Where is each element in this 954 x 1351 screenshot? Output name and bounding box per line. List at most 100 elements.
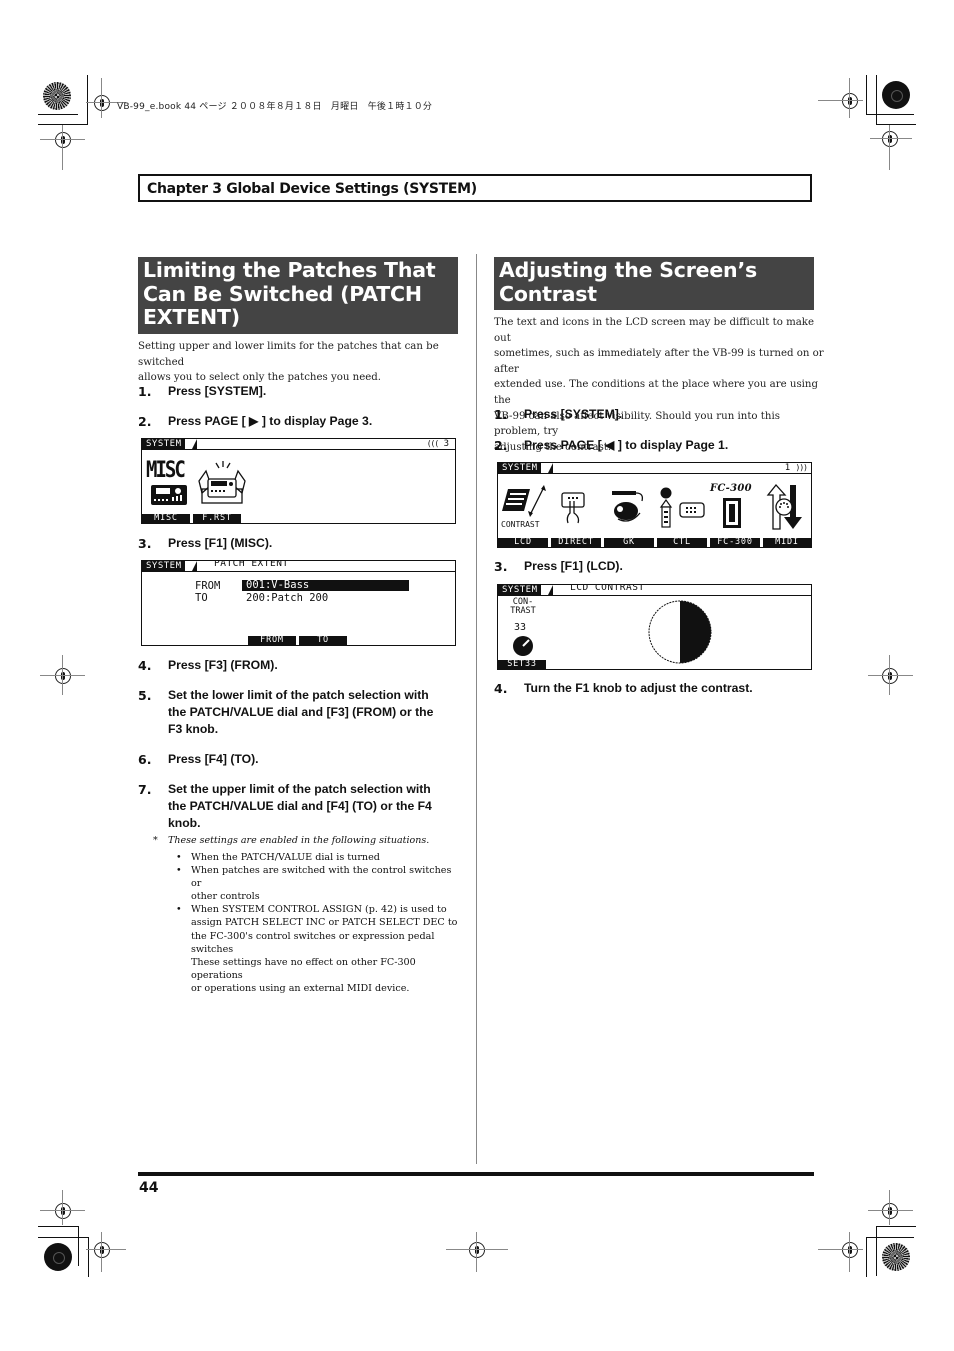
lcd-function-tabs: LCD DIRECT GK CTL FC-300 MIDI (498, 538, 811, 547)
step-text: Press [F4] (TO). (168, 752, 259, 766)
crosshair-icon (55, 668, 71, 684)
title-line: Contrast (499, 281, 597, 306)
right-step-4: 4. Turn the F1 knob to adjust the contra… (494, 680, 824, 698)
lcd-contrast-screen: SYSTEM LCD CONTRAST CON- TRAST 33 SET33 (497, 584, 812, 670)
tab-to: TO (299, 636, 347, 645)
param-label-line: TRAST (510, 606, 536, 616)
lcd-system-page3: SYSTEM ((( 3 MISC MISC F.RST (141, 438, 456, 524)
left-step-2: 2. Press PAGE [ ▶ ] to display Page 3. (138, 413, 468, 431)
gk-pickup-icon (612, 491, 644, 522)
bullet-icon: • (176, 865, 182, 877)
crosshair-icon (94, 95, 110, 111)
step-text: Press [F1] (LCD). (524, 559, 623, 573)
tab-f-rst: F.RST (193, 514, 241, 523)
lcd-function-tabs: SET33 (498, 660, 549, 669)
lcd-subtitle: PATCH EXTENT (214, 560, 289, 569)
tab-lcd: LCD (498, 538, 548, 547)
step-text: Press PAGE [ ▶ ] to display Page 3. (168, 414, 373, 428)
lcd-subtitle: LCD CONTRAST (570, 584, 645, 593)
tab-misc: MISC (142, 514, 190, 523)
factory-reset-box-icon (198, 461, 246, 504)
crosshair-icon (882, 131, 898, 147)
right-section-title: Adjusting the Screen’s Contrast (494, 257, 814, 310)
dark-disc-mark-icon (44, 1243, 72, 1271)
page-indicator: 1 ))) (784, 463, 808, 473)
misc-device-icon (151, 485, 187, 505)
left-step-4: 4. Press [F3] (FROM). (138, 657, 468, 675)
lcd-function-tabs: MISC F.RST (142, 514, 244, 523)
step-text: F3 knob. (168, 722, 219, 736)
lcd-title-bar: SYSTEM 1 ))) (498, 463, 811, 474)
ctl-pedal-icon (659, 487, 705, 528)
contrast-param-label: CON- TRAST (503, 598, 543, 616)
step-number: 1. (138, 384, 152, 399)
list-item: • When SYSTEM CONTROL ASSIGN (p. 42) is … (176, 903, 461, 995)
bullet-icon: • (176, 852, 182, 863)
tab-fc300: FC-300 (710, 538, 760, 547)
lcd-contrast-icon: CONTRAST (501, 485, 546, 529)
tab-ctl: CTL (657, 538, 707, 547)
crop-line (38, 124, 88, 125)
print-header: VB-99_e.book 44 ページ ２００８年８月１８日 月曜日 午後１時１… (117, 102, 433, 112)
midi-arrows-icon (766, 483, 802, 530)
contrast-half-circle-icon (648, 600, 712, 664)
step-number: 5. (138, 688, 152, 703)
page-scroll-icon: ((( (426, 439, 439, 448)
step-text: Press [F3] (FROM). (168, 658, 278, 672)
crosshair-icon (55, 1203, 71, 1219)
right-step-1: 1. Press [SYSTEM]. (494, 406, 824, 424)
intro-line: Setting upper and lower limits for the p… (138, 341, 439, 368)
direct-finger-icon (561, 492, 585, 524)
lcd-patch-extent: SYSTEM PATCH EXTENT FROM 001:V-Bass TO 2… (141, 560, 456, 646)
crosshair-icon (842, 1242, 858, 1258)
step-text: the PATCH/VALUE dial and [F4] (TO) or th… (168, 799, 432, 813)
lcd-title-bar: SYSTEM PATCH EXTENT (142, 561, 455, 572)
footer-rule (138, 1172, 814, 1176)
left-step-3: 3. Press [F1] (MISC). (138, 535, 468, 553)
right-step-3: 3. Press [F1] (LCD). (494, 558, 824, 576)
step-text: Press PAGE [ ◀ ] to display Page 1. (524, 438, 729, 452)
crop-line (87, 75, 88, 125)
step-text: Press [F1] (MISC). (168, 536, 273, 550)
dark-disc-mark-icon (882, 81, 910, 109)
crosshair-icon (882, 668, 898, 684)
bullet-icon: • (176, 904, 182, 916)
bullet-line: When patches are switched with the contr… (191, 865, 452, 890)
tab-set33: SET33 (498, 660, 546, 669)
bullet-line: the FC-300's control switches or express… (191, 930, 435, 942)
contrast-knob-icon[interactable] (512, 635, 534, 657)
lcd-system-page1: SYSTEM 1 ))) CONTRAST FC-300 LCD DIRECT … (497, 462, 812, 548)
note-heading: These settings are enabled in the follow… (168, 835, 430, 846)
from-value: 001:V-Bass (242, 580, 409, 591)
page-number-label: 3 (443, 439, 449, 449)
lcd-system-label: SYSTEM (142, 439, 185, 449)
svg-text:CONTRAST: CONTRAST (501, 520, 540, 529)
contrast-value: 33 (514, 622, 527, 633)
title-line: EXTENT) (143, 305, 240, 329)
crosshair-icon (94, 1242, 110, 1258)
fc300-pedal-icon (723, 498, 741, 528)
to-label: TO (195, 592, 208, 604)
right-intro: The text and icons in the LCD screen may… (494, 315, 824, 455)
tab-direct: DIRECT (551, 538, 601, 547)
step-text: knob. (168, 816, 201, 830)
step-number: 3. (494, 559, 508, 574)
step-number: 4. (138, 658, 152, 673)
bullet-line: switches (191, 943, 234, 955)
lcd-title-bar: SYSTEM ((( 3 (142, 439, 455, 450)
step-text: Press [SYSTEM]. (168, 384, 267, 398)
page-scroll-icon: ))) (795, 463, 808, 472)
intro-line: extended use. The conditions at the plac… (494, 379, 819, 406)
lcd-slant (192, 439, 197, 449)
step-text: the PATCH/VALUE dial and [F3] (FROM) or … (168, 705, 434, 719)
page-number-label: 1 (784, 463, 791, 473)
step-text: Turn the F1 knob to adjust the contrast. (524, 681, 753, 695)
right-step-2: 2. Press PAGE [ ◀ ] to display Page 1. (494, 437, 824, 455)
to-value: 200:Patch 200 (246, 592, 329, 604)
left-step-7: 7. Set the upper limit of the patch sele… (138, 781, 468, 833)
note-bullet-list: • When the PATCH/VALUE dial is turned • … (176, 851, 461, 995)
list-item: • When the PATCH/VALUE dial is turned (176, 851, 461, 864)
bullet-line: assign PATCH SELECT INC or PATCH SELECT … (191, 917, 458, 929)
column-divider (476, 254, 477, 1164)
bullet-line: or operations using an external MIDI dev… (191, 982, 410, 994)
